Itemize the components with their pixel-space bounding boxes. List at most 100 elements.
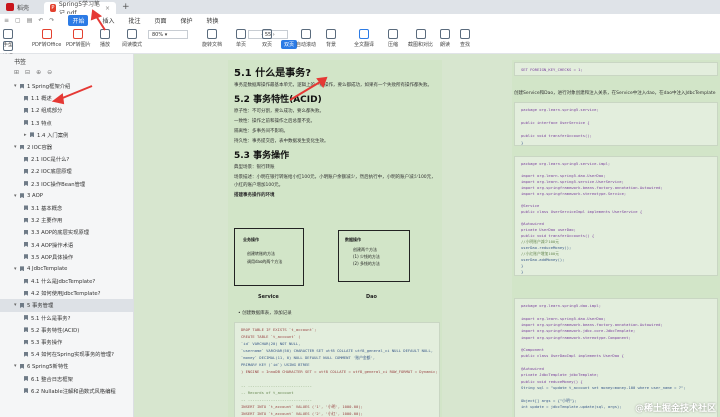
bookmark-item[interactable]: 2.2 IOC底层原理 (0, 165, 133, 177)
chevron-down-icon[interactable]: ▾ (14, 266, 20, 272)
chevron-down-icon[interactable]: ▾ (14, 302, 20, 308)
code-line: public void reduceMoney() { (521, 378, 583, 384)
bookmark-item[interactable]: ▾ 4 JdbcTemplate (0, 263, 133, 275)
expand-all-icon[interactable]: ⊞ (14, 69, 19, 80)
bookmark-item[interactable]: 3.4 AOP操作术语 (0, 238, 133, 250)
tab-home[interactable]: 稻壳 (0, 1, 44, 13)
sidebar-title: 书签 (14, 59, 27, 66)
acid-4: 持久性：事务提交后，表中数据发生变化生效。 (234, 139, 329, 144)
add-bookmark-icon[interactable]: ⊕ (36, 69, 41, 80)
code-line: import org.springframework.jdbc.core.Jdb… (521, 328, 636, 334)
toolbar-button[interactable]: 背景 (326, 29, 336, 48)
bullet-text: 创建数据库表，添加记录 (242, 311, 292, 316)
heading-5-1: 5.1 什么是事务? (234, 68, 311, 79)
bookmark-label: 3.4 AOP操作术语 (31, 242, 74, 249)
menu-start[interactable]: 开始 (68, 14, 89, 26)
bookmark-item[interactable]: ▾ 6 Spring5新特性 (0, 360, 133, 372)
code-line: @Autowired (521, 366, 544, 371)
bookmark-item[interactable]: 4.2 如何使用JdbcTemplate? (0, 287, 133, 299)
toolbar-button[interactable]: 阅读模式 (122, 29, 142, 48)
wps-logo-icon (6, 3, 14, 11)
tab-home-label: 稻壳 (17, 4, 30, 12)
delete-bookmark-icon[interactable]: ⊖ (47, 69, 52, 80)
toolbar-button[interactable]: 播放 (100, 29, 110, 48)
bookmark-item[interactable]: 4.1 什么是JdbcTemplate? (0, 275, 133, 287)
bookmark-icon (24, 156, 28, 162)
bookmark-icon (24, 181, 28, 187)
bookmark-item[interactable]: 6.2 Nullable注解和函数式风格编程 (0, 385, 133, 397)
bookmark-label: 3.2 主要作用 (31, 218, 63, 225)
code-line: -- Records of t_account (241, 390, 294, 395)
bookmark-item[interactable]: 5.2 事务特性(ACID) (0, 324, 133, 336)
bookmark-icon (24, 107, 28, 113)
toolbar-button[interactable]: 自动滚动 (296, 29, 316, 48)
menu-item-comment[interactable]: 批注 (128, 16, 140, 25)
menu-item-convert[interactable]: 转换 (207, 16, 219, 25)
bookmark-item[interactable]: 5.4 如何在Spring实现事务的管理? (0, 348, 133, 360)
menu-item-insert[interactable]: 插入 (102, 16, 114, 25)
chevron-right-icon[interactable]: ▸ (24, 132, 30, 138)
bookmark-item[interactable]: 1.3 特点 (0, 117, 133, 129)
bookmark-icon (24, 339, 28, 345)
toolbar-button[interactable]: 压缩 (388, 29, 398, 48)
toolbar-button[interactable]: 旋转文档 (202, 29, 222, 48)
new-tab-icon[interactable]: + (122, 2, 130, 12)
bookmark-icon (24, 278, 28, 284)
watermark: @稀土掘金技术社区 (634, 404, 716, 414)
chevron-down-icon[interactable]: ▾ (14, 363, 20, 369)
bookmark-item[interactable]: 3.1 基本概念 (0, 202, 133, 214)
menu-item-page[interactable]: 页面 (154, 16, 166, 25)
chevron-down-icon[interactable]: ▾ (14, 193, 20, 199)
toolbar-button[interactable]: PDF转图片 (66, 29, 91, 48)
bookmark-item[interactable]: 1.2 组成部分 (0, 104, 133, 116)
toolbar-button-label: 双页 (262, 42, 273, 48)
bookmark-label: 2.3 IOC操作Bean管理 (31, 181, 86, 188)
user-dao-impl-code: package org.learn.spring5.dao.impl; impor… (514, 298, 718, 417)
bookmark-label: 4 JdbcTemplate (27, 265, 68, 272)
menu-icon[interactable]: ≡ (4, 17, 9, 24)
collapse-all-icon[interactable]: ⊟ (25, 69, 30, 80)
bookmark-label: 6 Spring5新特性 (27, 364, 69, 371)
document-view[interactable]: 5.1 什么是事务? 事务是数据库操作最基本单元，逻辑上的一组操作，要么都成功，… (134, 54, 720, 417)
code-line: import org.springframework.stereotype.Co… (521, 334, 631, 340)
chevron-down-icon[interactable]: ▾ (14, 144, 20, 150)
bookmark-item[interactable]: ▾ 3 AOP (0, 190, 133, 202)
redo-icon[interactable]: ↷ (49, 17, 54, 24)
bookmark-item[interactable]: 5.1 什么是事务? (0, 312, 133, 324)
bookmark-item[interactable]: ▾ 5 事务管理 (0, 299, 133, 312)
double-page-toggle[interactable]: 双页 (281, 40, 298, 49)
bookmark-item[interactable]: 3.2 主要作用 (0, 214, 133, 226)
para-5-3-c: 小红的账户增加100元。 (234, 183, 284, 188)
toolbar-button[interactable]: 朗读 (440, 29, 450, 48)
bookmark-item[interactable]: ▾ 2 IOC容器 (0, 141, 133, 153)
bookmark-item[interactable]: ▸ 1.4 入门案例 (0, 129, 133, 141)
toolbar-button[interactable]: 查找 (460, 29, 470, 48)
zoom-select[interactable]: 80% ▾ (148, 30, 188, 39)
toolbar-button[interactable]: 截图和对比 (408, 29, 433, 48)
bookmark-item[interactable]: 6.1 整合日志框架 (0, 373, 133, 385)
toolbar-button[interactable]: PDF转Office (32, 29, 61, 48)
bookmark-item[interactable]: 2.3 IOC操作Bean管理 (0, 178, 133, 190)
bookmark-item[interactable]: 5.3 事务操作 (0, 336, 133, 348)
bookmark-item[interactable]: 1.1 概述 (0, 92, 133, 104)
bookmark-icon (24, 217, 28, 223)
code-line: import org.learn.spring5.dao.UserDao; (521, 173, 606, 178)
bookmark-label: 5.1 什么是事务? (31, 315, 71, 322)
toolbar-button[interactable]: 单页 (236, 29, 246, 48)
tab-document[interactable]: P Spring5学习笔记.pdf × (44, 1, 116, 17)
close-tab-icon[interactable]: × (105, 5, 110, 12)
chevron-down-icon[interactable]: ▾ (14, 83, 20, 89)
menu-item-protect[interactable]: 保护 (181, 16, 193, 25)
toolbar-button-label: 压缩 (388, 42, 399, 48)
service-caption: Service (258, 294, 279, 300)
bookmark-item[interactable]: 3.3 AOP的底层实现原理 (0, 226, 133, 238)
undo-icon[interactable]: ↶ (38, 17, 43, 24)
save-icon[interactable]: ▢ (15, 17, 21, 24)
toolbar-button[interactable]: 双页 (262, 29, 272, 48)
print-icon[interactable]: ▤ (27, 17, 33, 24)
bookmark-item[interactable]: 3.5 AOP具体操作 (0, 251, 133, 263)
bookmark-item[interactable]: ▾ 1 Spring框架介绍 (0, 80, 133, 92)
toolbar-button-label: 查找 (460, 42, 471, 48)
toolbar-button[interactable]: 全文翻译 (354, 29, 374, 48)
bookmark-item[interactable]: 2.1 IOC是什么? (0, 153, 133, 165)
